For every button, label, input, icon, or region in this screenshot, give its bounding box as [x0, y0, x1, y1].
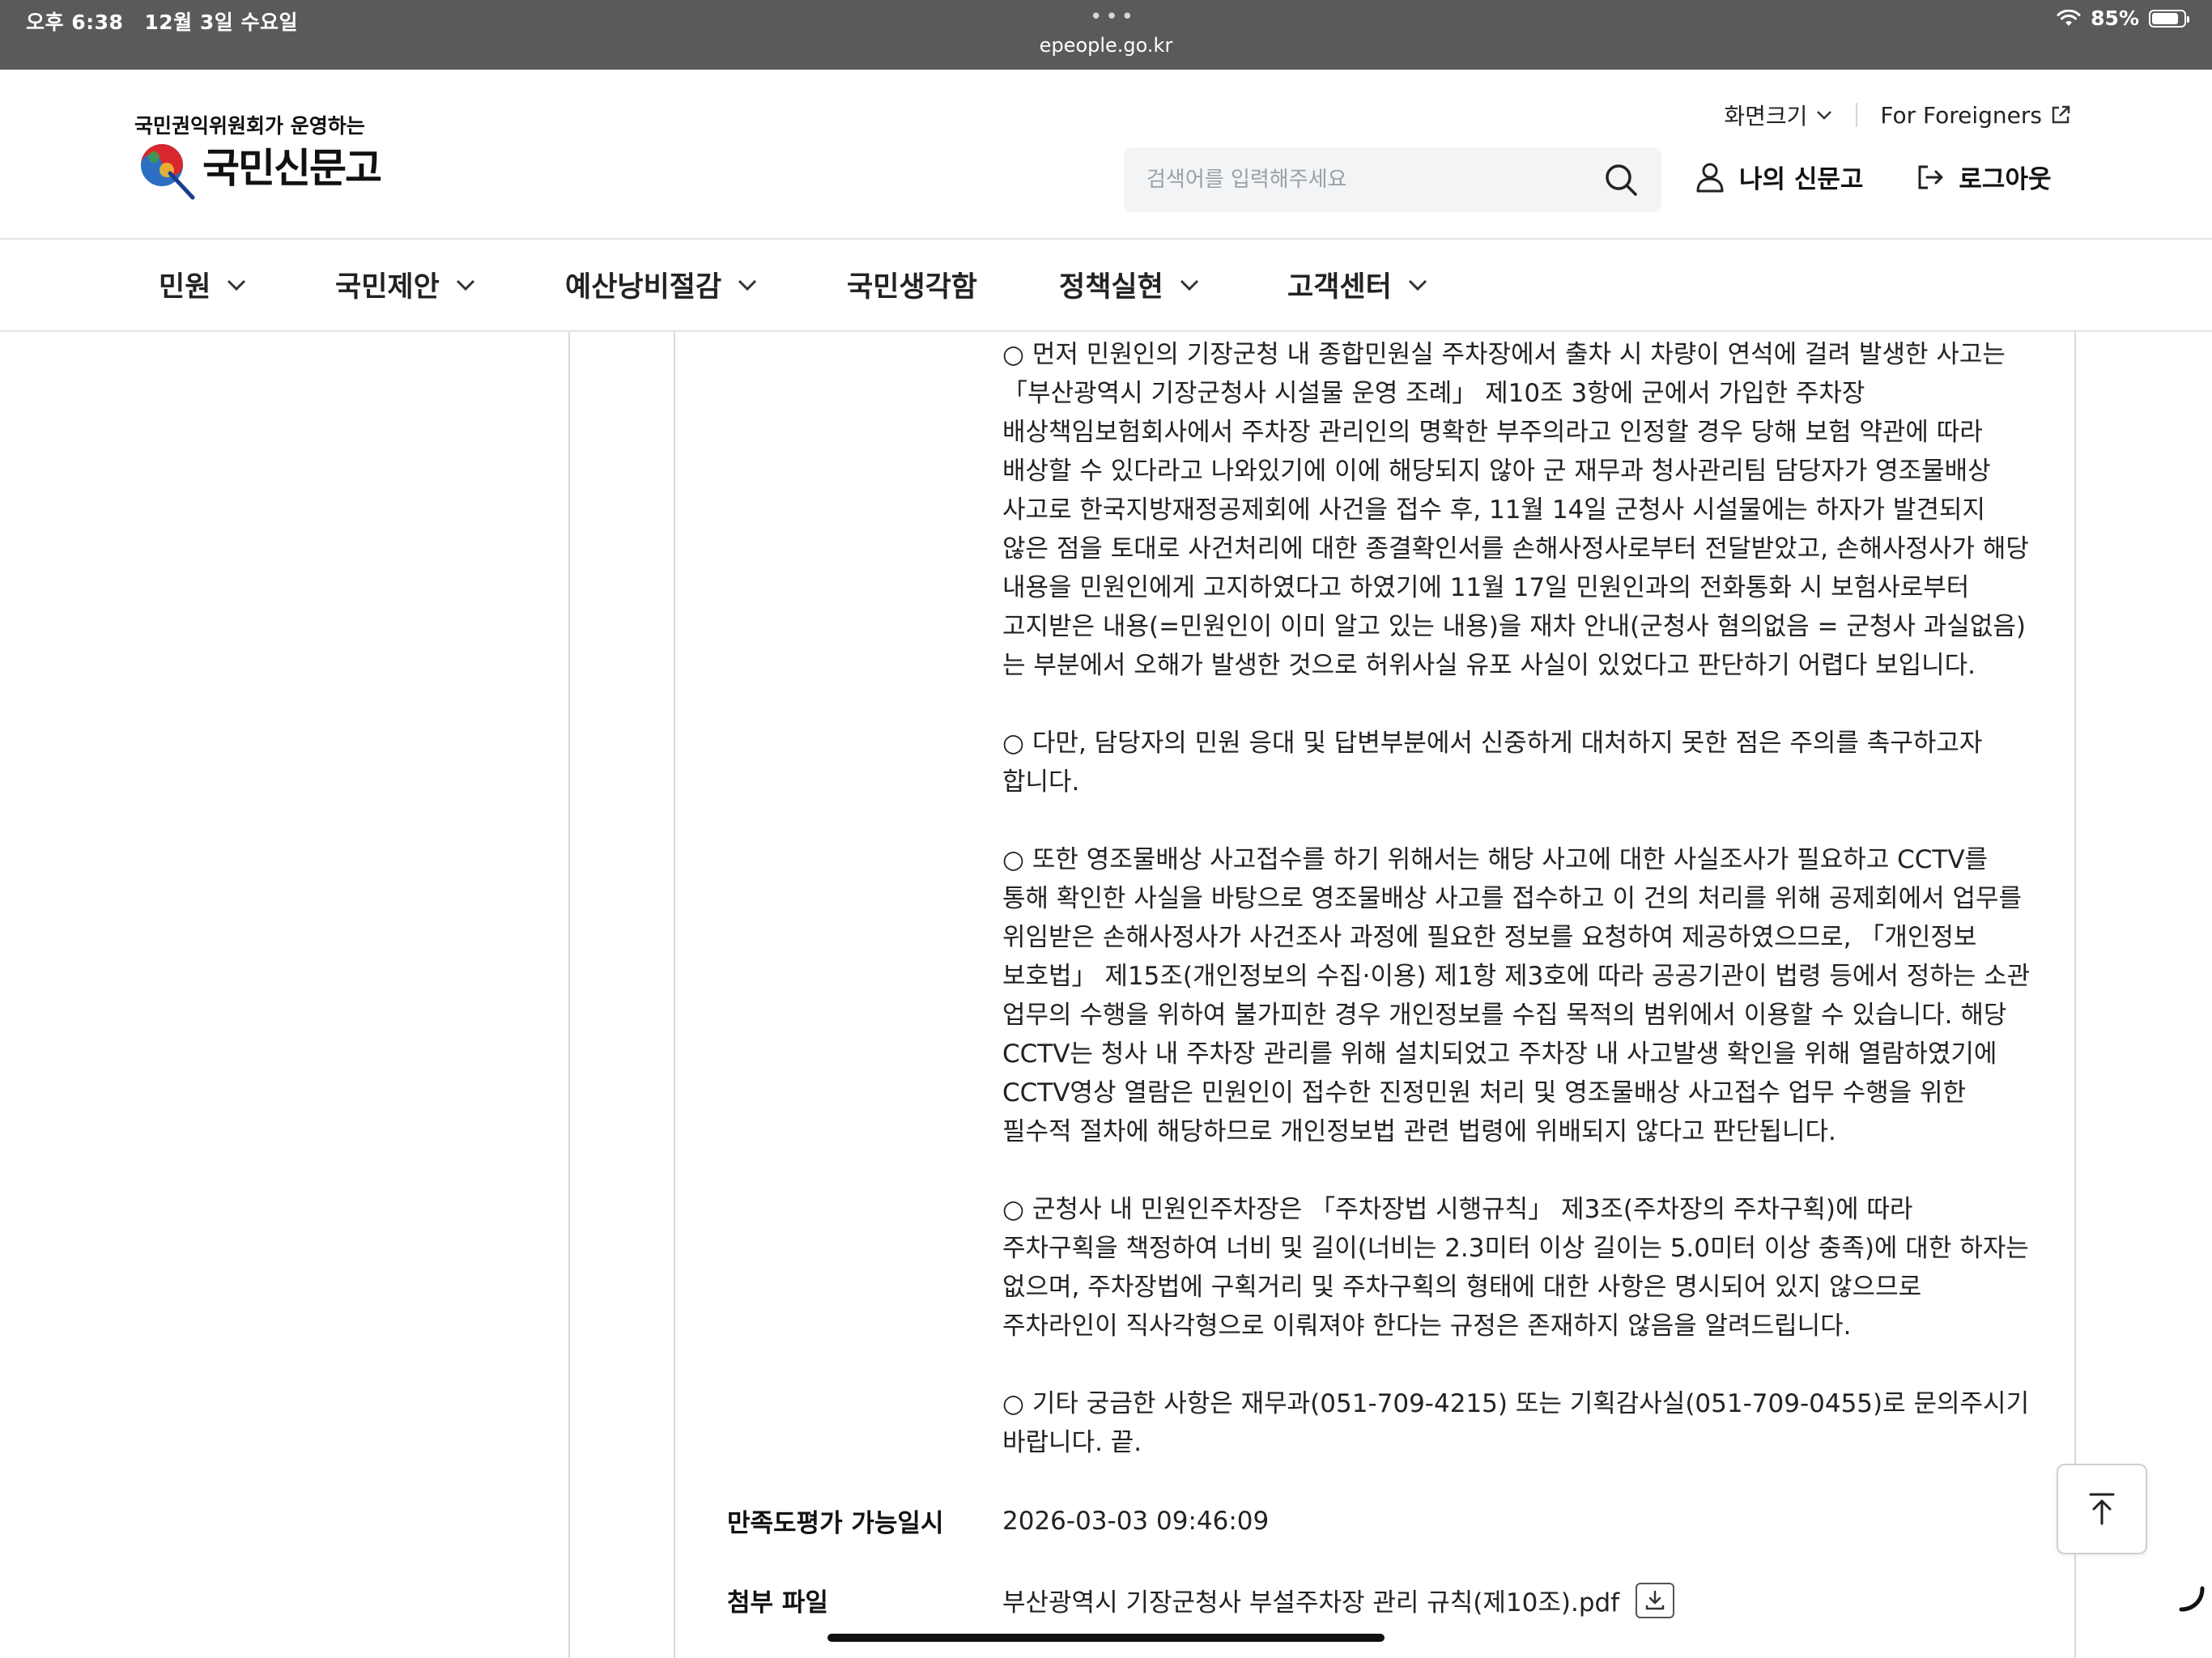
answer-paragraph: ○ 또한 영조물배상 사고접수를 하기 위해서는 해당 사고에 대한 사실조사가… [1002, 845, 2031, 1146]
content-border-right [2074, 332, 2076, 1658]
arrow-up-to-top-icon [2089, 1493, 2115, 1525]
attachment-row: 첨부 파일 부산광역시 기장군청사 부설주차장 관리 규칙(제10조).pdf [727, 1582, 1675, 1618]
satisfaction-date-label: 만족도평가 가능일시 [727, 1509, 944, 1538]
content-border-left [568, 332, 570, 1658]
screen-size-label: 화면크기 [1724, 103, 1808, 130]
home-indicator[interactable] [827, 1634, 1385, 1642]
logout-link[interactable]: 로그아웃 [1916, 159, 2052, 195]
nav-label: 국민제안 [335, 271, 440, 304]
logout-icon [1918, 165, 1943, 189]
content-border-inner [674, 332, 675, 1658]
status-time: 오후 6:38 [26, 11, 124, 34]
nav-item-civil-petition[interactable]: 민원 [159, 264, 248, 305]
nav-label: 민원 [159, 271, 211, 304]
chevron-down-icon [738, 279, 757, 291]
chevron-down-icon [1817, 111, 1832, 120]
logout-label: 로그아웃 [1959, 165, 2052, 194]
satisfaction-date-text: 2026-03-03 09:46:09 [1002, 1506, 1270, 1536]
wifi-icon [2057, 9, 2081, 26]
search-icon[interactable] [1603, 162, 1639, 198]
chevron-down-icon [228, 279, 246, 291]
satisfaction-date-value: 2026-03-03 09:46:09 [1002, 1507, 1269, 1536]
battery-fill [2152, 12, 2179, 24]
address-bar-url[interactable]: epeople.go.kr [0, 34, 2212, 57]
nav-item-budget-waste[interactable]: 예산낭비절감 [565, 264, 759, 305]
nav-label: 국민생각함 [847, 271, 978, 304]
nav-label: 정책실현 [1059, 271, 1163, 304]
nav-item-public-opinion[interactable]: 국민생각함 [847, 264, 977, 305]
answer-paragraph: ○ 기타 궁금한 사항은 재무과(051-709-4215) 또는 기획감사실(… [1002, 1389, 2030, 1457]
external-link-icon [2052, 105, 2070, 124]
nav-item-policy[interactable]: 정책실현 [1059, 264, 1201, 305]
chevron-down-icon [1408, 279, 1427, 291]
divider [1856, 103, 1858, 127]
attachment-value: 부산광역시 기장군청사 부설주차장 관리 규칙(제10조).pdf [1002, 1582, 1675, 1618]
logo-tagline: 국민권익위원회가 운영하는 [134, 114, 365, 138]
nav-label: 고객센터 [1287, 271, 1392, 304]
status-time-date: 오후 6:38 12월 3일 수요일 [26, 6, 298, 36]
search-input[interactable] [1146, 168, 1603, 192]
for-foreigners-label: For Foreigners [1880, 101, 2042, 129]
battery-percent: 85% [2091, 6, 2139, 30]
resize-corner-icon[interactable] [2178, 1585, 2206, 1613]
my-petition-label: 나의 신문고 [1739, 165, 1864, 194]
taegeuk-logo-icon[interactable] [134, 138, 198, 201]
answer-content: ○ 먼저 민원인의 기장군청 내 종합민원실 주차장에서 출차 시 차량이 연석… [1002, 335, 2031, 1462]
battery-icon [2149, 9, 2189, 28]
status-indicators: 85% [2057, 6, 2189, 30]
attachment-label: 첨부 파일 [727, 1588, 828, 1618]
nav-item-customer-center[interactable]: 고객센터 [1287, 264, 1429, 305]
for-foreigners-link[interactable]: For Foreigners [1880, 102, 2071, 129]
nav-item-public-proposal[interactable]: 국민제안 [335, 264, 477, 305]
status-date: 12월 3일 수요일 [144, 11, 298, 34]
site-header: 국민권익위원회가 운영하는 국민신문고 화면크기 For Foreigners [0, 70, 2212, 240]
main-navigation: 민원 국민제안 예산낭비절감 국민생각함 정책실현 고객센터 [0, 240, 2212, 332]
answer-paragraph: ○ 다만, 담당자의 민원 응대 및 답변부분에서 신중하게 대처하지 못한 점… [1002, 729, 1983, 797]
answer-paragraph: ○ 군청사 내 민원인주차장은 「주차장법 시행규칙」 제3조(주차장의 주차구… [1002, 1195, 2029, 1341]
screen-size-button[interactable]: 화면크기 [1724, 99, 1833, 131]
user-icon [1696, 163, 1724, 192]
download-button[interactable] [1636, 1582, 1675, 1618]
chevron-down-icon [456, 279, 474, 291]
utility-links: 화면크기 For Foreigners [1724, 99, 2071, 131]
attachment-file-link[interactable]: 부산광역시 기장군청사 부설주차장 관리 규칙(제10조).pdf [1002, 1582, 1619, 1618]
nav-label: 예산낭비절감 [565, 271, 722, 304]
my-petition-link[interactable]: 나의 신문고 [1695, 159, 1863, 195]
user-links: 나의 신문고 로그아웃 [1695, 159, 2052, 195]
download-icon [1645, 1590, 1665, 1609]
status-bar: 오후 6:38 12월 3일 수요일 ••• epeople.go.kr 85% [0, 0, 2212, 70]
chevron-down-icon [1180, 279, 1198, 291]
multitasking-dots[interactable]: ••• [1090, 5, 1137, 29]
logo-wordmark[interactable]: 국민신문고 [202, 136, 382, 194]
back-to-top-button[interactable] [2057, 1464, 2147, 1554]
answer-paragraph: ○ 먼저 민원인의 기장군청 내 종합민원실 주차장에서 출차 시 차량이 연석… [1002, 340, 2029, 680]
satisfaction-date-row: 만족도평가 가능일시 2026-03-03 09:46:09 [727, 1503, 1269, 1539]
search-bar [1124, 147, 1661, 212]
